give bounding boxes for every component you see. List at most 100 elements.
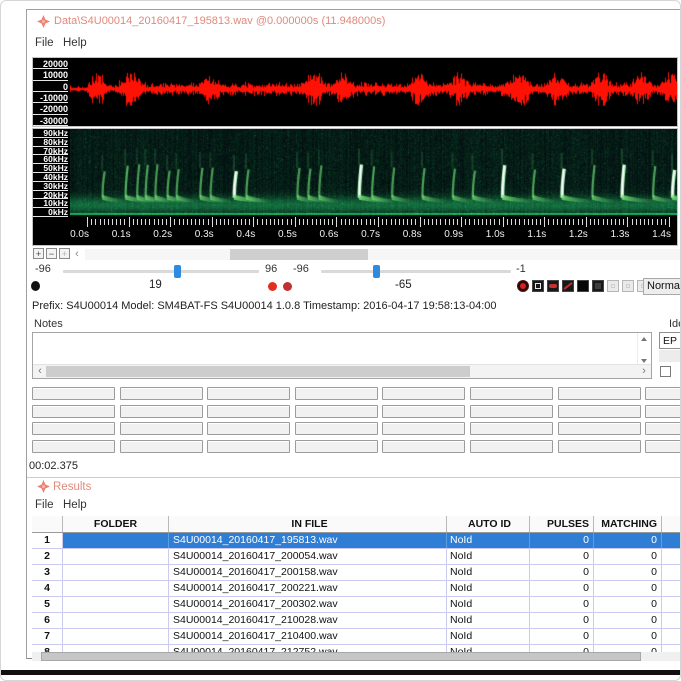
grid-cell[interactable] — [32, 422, 115, 435]
results-cell: 0 — [530, 581, 594, 596]
grid-cell[interactable] — [645, 422, 680, 435]
grid-cell[interactable] — [470, 387, 553, 400]
marker-button-solid[interactable] — [577, 280, 589, 292]
grid-cell[interactable] — [120, 387, 203, 400]
grid-cell[interactable] — [382, 387, 465, 400]
results-hscroll-thumb[interactable] — [41, 652, 641, 661]
time-scrollbar-track[interactable] — [85, 249, 680, 260]
results-header-cell[interactable]: IN FILE — [169, 516, 447, 532]
results-row[interactable]: 3 S4U00014_20160417_200158.wav NoId 0 0 — [32, 565, 680, 581]
time-tick — [195, 219, 197, 225]
grid-cell[interactable] — [645, 387, 680, 400]
results-row[interactable]: 2 S4U00014_20160417_200054.wav NoId 0 0 — [32, 549, 680, 565]
results-row[interactable]: 5 S4U00014_20160417_200302.wav NoId 0 0 — [32, 597, 680, 613]
grid-cell[interactable] — [32, 405, 115, 418]
menu-file[interactable]: File — [35, 37, 54, 49]
results-cell: S4U00014_20160417_195813.wav — [169, 533, 447, 548]
results-menu-help[interactable]: Help — [63, 499, 87, 511]
knob-icon[interactable] — [31, 281, 40, 291]
scroll-down-icon[interactable] — [641, 359, 647, 363]
zoom-out-button[interactable]: − — [46, 248, 57, 259]
grid-cell[interactable] — [120, 440, 203, 453]
grid-cell[interactable] — [558, 422, 641, 435]
results-row[interactable]: 6 S4U00014_20160417_210028.wav NoId 0 0 — [32, 613, 680, 629]
marker-button-dim[interactable] — [607, 280, 619, 292]
grid-cell[interactable] — [32, 440, 115, 453]
grid-cell[interactable] — [382, 405, 465, 418]
notes-scroll-right-icon[interactable]: › — [638, 365, 650, 377]
time-tick — [95, 219, 97, 225]
window-title: Data\S4U00014_20160417_195813.wav @0.000… — [54, 15, 386, 27]
time-tick — [348, 219, 350, 225]
results-header-cell[interactable]: MATCHING — [594, 516, 662, 532]
grid-cell[interactable] — [470, 440, 553, 453]
scroll-up-icon[interactable] — [641, 337, 647, 341]
species-dropdown[interactable]: EP — [659, 332, 680, 349]
notes-vscrollbar[interactable] — [637, 333, 651, 365]
grid-cell[interactable] — [295, 387, 378, 400]
grid-cell[interactable] — [295, 405, 378, 418]
scroll-left-arrow[interactable]: ‹ — [71, 249, 83, 260]
marker-button-redbar[interactable] — [547, 280, 559, 292]
results-row[interactable]: 7 S4U00014_20160417_210400.wav NoId 0 0 — [32, 629, 680, 645]
results-header-cell[interactable] — [32, 516, 63, 532]
results-cell: 0 — [530, 549, 594, 564]
results-header-cell[interactable] — [662, 516, 680, 532]
waveform-canvas[interactable] — [70, 58, 677, 126]
results-row[interactable]: 1 S4U00014_20160417_195813.wav NoId 0 0 — [32, 533, 680, 549]
marker-button-redslash[interactable] — [562, 280, 574, 292]
results-hscrollbar[interactable] — [32, 652, 680, 661]
spectrogram-canvas[interactable] — [70, 129, 677, 217]
grid-cell[interactable] — [295, 440, 378, 453]
notes-hscrollbar[interactable]: ‹ › — [33, 364, 651, 378]
grid-cell[interactable] — [645, 440, 680, 453]
grid-cell[interactable] — [470, 422, 553, 435]
results-header-cell[interactable]: AUTO ID — [447, 516, 530, 532]
time-tick — [332, 219, 334, 225]
results-header-cell[interactable]: FOLDER — [63, 516, 169, 532]
zoom-in-button[interactable]: + — [33, 248, 44, 259]
results-cell: 7 — [32, 629, 63, 644]
grid-cell[interactable] — [382, 440, 465, 453]
marker-button-record[interactable] — [517, 280, 529, 292]
identification-label: Ide — [669, 318, 680, 330]
time-tick — [606, 219, 608, 225]
notes-scroll-left-icon[interactable]: ‹ — [34, 365, 46, 377]
mode-select[interactable]: Normal — [643, 278, 680, 295]
threshold-slider-thumb[interactable] — [373, 265, 380, 278]
grid-cell[interactable] — [207, 387, 290, 400]
grid-cell[interactable] — [120, 422, 203, 435]
threshold-slider-track[interactable] — [321, 265, 511, 278]
marker-button-dim[interactable] — [622, 280, 634, 292]
notes-textarea[interactable]: ‹ › — [32, 332, 652, 379]
results-header-cell[interactable]: PULSES — [530, 516, 594, 532]
gain-slider-thumb[interactable] — [174, 265, 181, 278]
grid-cell[interactable] — [207, 422, 290, 435]
grid-cell[interactable] — [207, 405, 290, 418]
marker-button-frame[interactable] — [532, 280, 544, 292]
grid-cell[interactable] — [207, 440, 290, 453]
marker-button-gray[interactable] — [592, 280, 604, 292]
zoom-reset-button[interactable]: + — [59, 248, 70, 259]
red-marker2-icon[interactable] — [283, 282, 292, 291]
notes-hscroll-thumb[interactable] — [46, 366, 470, 377]
results-row[interactable]: 4 S4U00014_20160417_200221.wav NoId 0 0 — [32, 581, 680, 597]
gain-slider-track[interactable] — [63, 265, 259, 278]
time-tick — [569, 219, 571, 225]
identification-checkbox[interactable] — [660, 366, 671, 377]
grid-cell[interactable] — [32, 387, 115, 400]
grid-cell[interactable] — [120, 405, 203, 418]
grid-cell[interactable] — [382, 422, 465, 435]
grid-cell[interactable] — [470, 405, 553, 418]
grid-cell[interactable] — [295, 422, 378, 435]
grid-cell[interactable] — [558, 440, 641, 453]
menu-help[interactable]: Help — [63, 37, 87, 49]
results-menu-file[interactable]: File — [35, 499, 54, 511]
time-scrollbar-thumb[interactable] — [230, 249, 368, 260]
grid-cell[interactable] — [645, 405, 680, 418]
red-marker-icon[interactable] — [268, 282, 277, 291]
grid-cell[interactable] — [558, 387, 641, 400]
grid-cell[interactable] — [558, 405, 641, 418]
position-time: 00:02.375 — [29, 460, 78, 472]
results-cell — [63, 629, 169, 644]
